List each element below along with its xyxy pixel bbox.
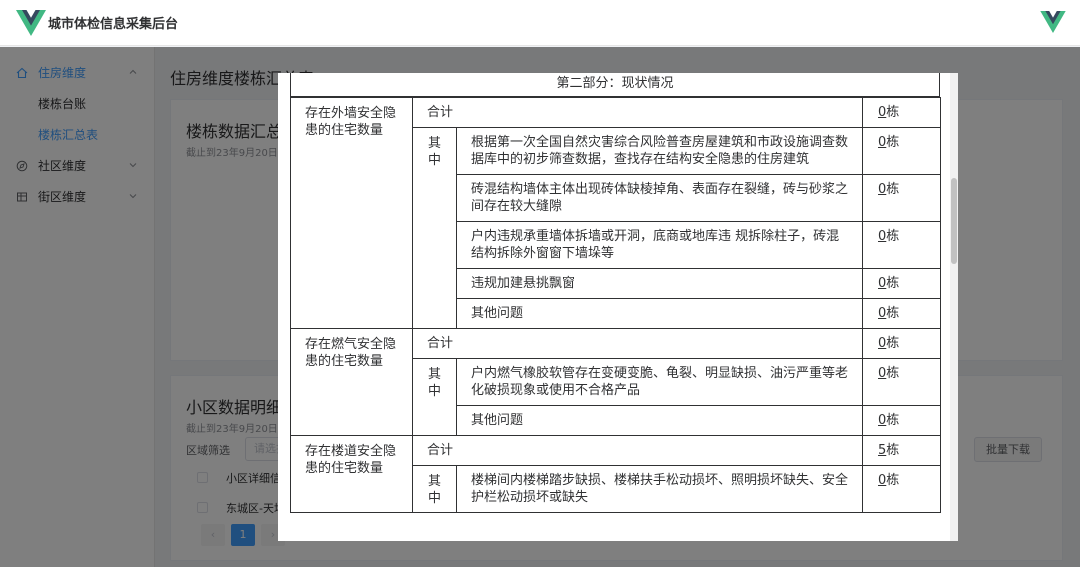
item-text: 户内燃气橡胶软管存在变硬变脆、龟裂、明显缺损、油污严重等老化破损现象或使用不合格… (455, 358, 864, 406)
category-label: 存在外墙安全隐患的住宅数量 (290, 97, 413, 329)
sub-label: 其中 (412, 127, 457, 329)
item-text: 违规加建悬挑飘窗 (455, 268, 864, 299)
table-row: 存在燃气安全隐患的住宅数量 合计 0栋 (290, 328, 942, 436)
item-text: 其他问题 (455, 405, 864, 436)
sub-label: 其中 (412, 465, 457, 513)
count-unit: 栋 (886, 105, 900, 120)
item-text: 楼梯间内楼梯踏步缺损、楼梯扶手松动损坏、照明损坏缺失、安全护栏松动损坏或缺失 (455, 465, 864, 513)
count-cell: 0栋 (862, 174, 942, 222)
table-row: 存在外墙安全隐患的住宅数量 合计 0栋 (290, 97, 942, 329)
count-unit: 栋 (886, 306, 900, 321)
vue-logo-icon (16, 9, 46, 36)
total-label: 合计 (411, 97, 864, 128)
item-text: 户内违规承重墙体拆墙或开洞，底商或地库违 规拆除柱子，砖混结构拆除外窗窗下墙垛等 (455, 221, 864, 269)
item-text: 根据第一次全国自然灾害综合风险普查房屋建筑和市政设施调查数据库中的初步筛查数据，… (455, 127, 864, 175)
total-label: 合计 (411, 435, 864, 466)
count-cell: 0栋 (862, 405, 942, 436)
vue-logo-icon[interactable] (1040, 11, 1066, 33)
count-unit: 栋 (886, 276, 900, 291)
count-unit: 栋 (886, 473, 900, 488)
scrollbar-thumb[interactable] (951, 178, 957, 264)
app-header: 城市体检信息采集后台 (0, 0, 1080, 46)
count-unit: 栋 (886, 229, 900, 244)
count-cell: 0栋 (862, 268, 942, 299)
table-row: 存在楼道安全隐患的住宅数量 合计 5栋 (290, 435, 942, 513)
count-cell: 5栋 (862, 435, 942, 466)
count-unit: 栋 (886, 366, 900, 381)
count-cell: 0栋 (862, 328, 942, 359)
dialog-scrollbar[interactable] (950, 73, 958, 541)
item-text: 砖混结构墙体主体出现砖体缺棱掉角、表面存在裂缝，砖与砂浆之间存在较大缝隙 (455, 174, 864, 222)
dialog-body: 第二部分：现状情况 存在外墙安全隐患的住宅数量 合计 0栋 其中 根据第一次全国… (290, 73, 942, 513)
count-unit: 栋 (886, 182, 900, 197)
count-cell: 0栋 (862, 465, 942, 513)
sub-label: 其中 (412, 358, 457, 436)
count-cell: 0栋 (862, 97, 942, 128)
item-text: 其他问题 (455, 298, 864, 329)
category-label: 存在楼道安全隐患的住宅数量 (290, 435, 413, 513)
count-cell: 0栋 (862, 221, 942, 269)
count-cell: 0栋 (862, 298, 942, 329)
count-unit: 栋 (886, 336, 900, 351)
report-dialog: 第二部分：现状情况 存在外墙安全隐患的住宅数量 合计 0栋 其中 根据第一次全国… (278, 73, 958, 541)
report-table: 存在外墙安全隐患的住宅数量 合计 0栋 其中 根据第一次全国自然灾害综合风险普查… (290, 97, 942, 513)
count-cell: 0栋 (862, 127, 942, 175)
count-cell: 0栋 (862, 358, 942, 406)
count-unit: 栋 (886, 413, 900, 428)
total-label: 合计 (411, 328, 864, 359)
category-label: 存在燃气安全隐患的住宅数量 (290, 328, 413, 436)
count-unit: 栋 (886, 135, 900, 150)
section-title: 第二部分：现状情况 (290, 73, 940, 97)
count-unit: 栋 (886, 443, 900, 458)
app-title: 城市体检信息采集后台 (48, 17, 179, 32)
